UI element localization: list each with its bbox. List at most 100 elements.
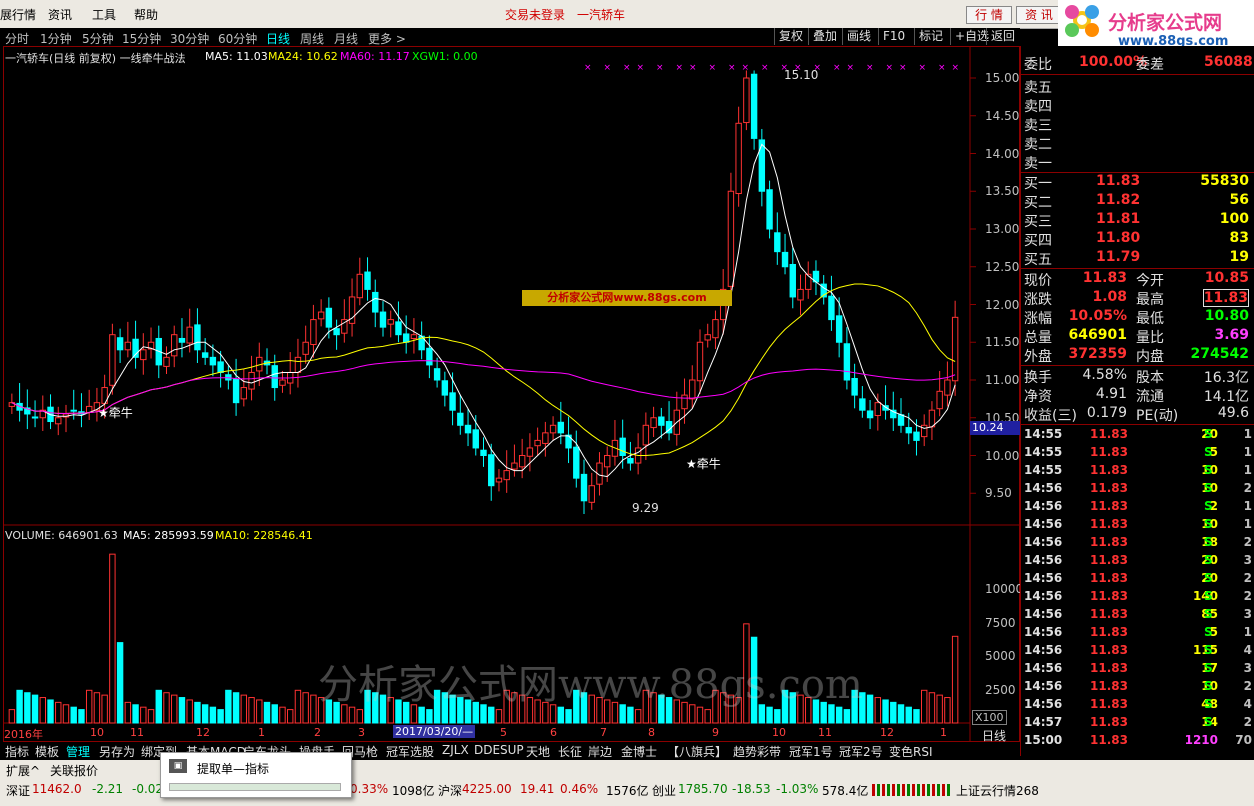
news-button[interactable]: 资 讯	[1016, 6, 1062, 24]
logo-title: 分析家公式网	[1108, 12, 1223, 34]
indicator-tab[interactable]: 天地	[526, 743, 550, 760]
period-weekly[interactable]: 周线	[300, 30, 324, 47]
candle-body	[758, 139, 766, 192]
xgw1-marker: ×	[899, 63, 907, 73]
indicator-tab[interactable]: DDE	[474, 743, 500, 757]
ask-row[interactable]: 卖二	[1024, 134, 1249, 153]
period-30min[interactable]: 30分钟	[170, 30, 209, 47]
period-daily[interactable]: 日线	[266, 30, 290, 47]
fundamental-value: 16.3亿	[1203, 370, 1249, 386]
indicator-tab[interactable]: 指标	[5, 743, 29, 760]
bid-row[interactable]: 买二 11.82 56	[1024, 192, 1249, 211]
fundamental-label: PE(动)	[1136, 408, 1179, 424]
indicator-tab[interactable]: 模板	[35, 743, 59, 760]
tick-time: 14:55	[1024, 463, 1063, 477]
indicator-tab[interactable]: 冠军2号	[839, 743, 883, 760]
indicator-tab[interactable]: 管理	[66, 743, 90, 760]
period-more[interactable]: 更多 >	[368, 30, 406, 47]
low-price-label: 9.29	[632, 501, 659, 515]
candle-body	[743, 77, 750, 124]
ask-row[interactable]: 卖五	[1024, 77, 1249, 96]
tick-price: 11.83	[1090, 481, 1128, 495]
bid-row[interactable]: 买五 11.79 19	[1024, 249, 1249, 268]
back-button[interactable]: 返回	[986, 28, 1019, 45]
bid-price: 11.83	[1096, 173, 1141, 189]
date-tick-label: 2016年	[4, 728, 43, 741]
extract-popup[interactable]: ▣ 提取单—指标	[160, 752, 352, 798]
bid-row[interactable]: 买一 11.83 55830	[1024, 173, 1249, 192]
bid-label: 买一	[1024, 176, 1052, 192]
quote-value: 11.83	[1082, 270, 1127, 286]
indicator-tab[interactable]: 岸边	[588, 743, 612, 760]
sz-index-value: 11462.0	[32, 782, 82, 796]
indicator-tab[interactable]: 长征	[558, 743, 582, 760]
candle-body	[557, 421, 565, 434]
price-tick-label: 9.50	[985, 486, 1012, 501]
tick-time: 14:56	[1024, 697, 1063, 711]
related-quote-button[interactable]: 关联报价	[50, 762, 98, 779]
menu-quotes[interactable]: 展行情	[0, 6, 36, 23]
tick-time: 14:55	[1024, 427, 1063, 441]
volume-bar	[882, 699, 889, 724]
volume-tick-label: 7500	[985, 615, 1016, 630]
candle-body	[573, 446, 580, 479]
candle-body	[232, 378, 240, 404]
tick-row: 15:00 11.83 1210 70	[1024, 733, 1252, 751]
indicator-tab[interactable]: 另存为	[99, 743, 135, 760]
tick-price: 11.83	[1090, 535, 1128, 549]
expand-button[interactable]: 扩展^	[6, 762, 40, 779]
period-5min[interactable]: 5分钟	[82, 30, 114, 47]
kline-chart[interactable]: × × × × × × × × × × × × × × × × × × × × × ×	[4, 47, 1019, 741]
bid-volume: 100	[1219, 211, 1249, 227]
volume-bar	[843, 709, 851, 724]
period-1min[interactable]: 1分钟	[40, 30, 72, 47]
volume-bar	[109, 553, 116, 724]
draw-line-button[interactable]: 画线	[842, 28, 875, 45]
indicator-tab[interactable]: 变色RSI	[889, 743, 933, 760]
bid-label: 买三	[1024, 214, 1052, 230]
indicator-tab[interactable]: ZJLX	[442, 743, 469, 757]
candle-body	[140, 349, 147, 361]
indicator-tab[interactable]: 冠军1号	[789, 743, 833, 760]
menu-tools[interactable]: 工具	[92, 6, 116, 23]
candle-body	[480, 449, 487, 456]
price-tick-label: 12.00	[985, 297, 1020, 312]
volume-bar	[704, 709, 711, 724]
xgw1-marker: ×	[938, 63, 946, 73]
indicator-tab[interactable]: SUP	[500, 743, 524, 757]
period-monthly[interactable]: 月线	[334, 30, 358, 47]
mark-button[interactable]: 标记	[914, 28, 947, 45]
fundamental-value: 4.58%	[1082, 367, 1127, 383]
ask-row[interactable]: 卖一	[1024, 153, 1249, 172]
quote-button[interactable]: 行 情	[966, 6, 1012, 24]
volume-bar	[31, 694, 39, 724]
ask-row[interactable]: 卖三	[1024, 115, 1249, 134]
indicator-tab[interactable]: 【八旗兵】	[667, 743, 727, 760]
ask-row[interactable]: 卖四	[1024, 96, 1249, 115]
candle-body	[271, 365, 278, 389]
volume-bar	[194, 701, 201, 724]
date-tick-label: 3	[358, 726, 365, 739]
indicator-tab[interactable]: 趋势彩带	[733, 743, 781, 760]
bid-row[interactable]: 买三 11.81 100	[1024, 211, 1249, 230]
period-60min[interactable]: 60分钟	[218, 30, 257, 47]
candle-body	[186, 326, 193, 344]
f10-button[interactable]: F10	[878, 28, 909, 45]
period-intraday[interactable]: 分时	[5, 30, 29, 47]
period-15min[interactable]: 15分钟	[122, 30, 161, 47]
overlay-button[interactable]: 叠加	[808, 28, 841, 45]
tick-price: 11.83	[1090, 697, 1128, 711]
fundamental-label: 流通	[1136, 389, 1164, 405]
restore-rights-button[interactable]: 复权	[774, 28, 807, 45]
indicator-tab[interactable]: 冠军选股	[386, 743, 434, 760]
menu-news[interactable]: 资讯	[48, 6, 72, 23]
date-tick-label: 12	[196, 726, 210, 739]
indicator-tab[interactable]: 金博士	[621, 743, 657, 760]
tick-side: S	[1204, 715, 1213, 729]
candle-body	[302, 341, 309, 355]
candle-body	[171, 334, 178, 357]
candle-body	[511, 462, 518, 470]
bid-row[interactable]: 买四 11.80 83	[1024, 230, 1249, 249]
quote-value: 372359	[1068, 346, 1127, 362]
menu-help[interactable]: 帮助	[134, 6, 158, 23]
